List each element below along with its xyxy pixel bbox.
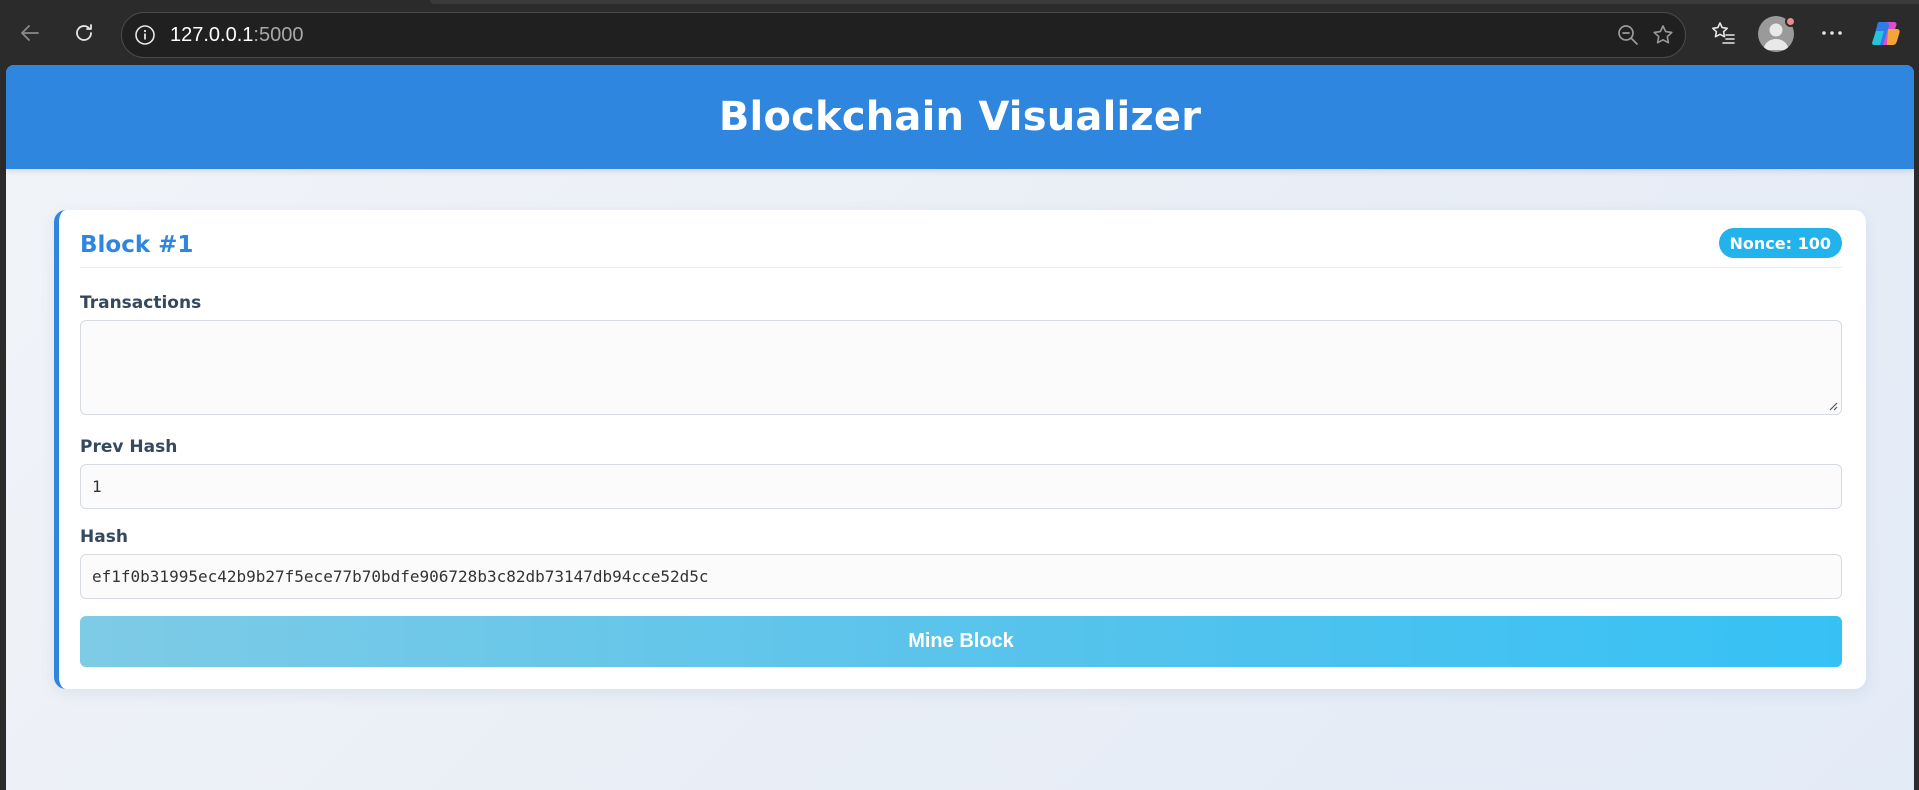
more-button[interactable] [1814, 15, 1850, 51]
url-text[interactable]: 127.0.0.1:5000 [170, 24, 303, 47]
browser-toolbar: 127.0.0.1:5000 [0, 0, 1919, 65]
zoom-button[interactable] [1610, 13, 1646, 57]
address-bar[interactable]: 127.0.0.1:5000 [121, 12, 1686, 58]
hash-label: Hash [80, 527, 128, 547]
page-viewport: Blockchain Visualizer Block #1 Nonce: 10… [6, 65, 1914, 790]
star-icon [1653, 25, 1673, 44]
favorites-button[interactable] [1705, 15, 1741, 51]
transactions-label: Transactions [80, 293, 202, 313]
more-icon [1822, 31, 1842, 35]
profile-notification-dot [1785, 16, 1796, 27]
page-title: Blockchain Visualizer [718, 94, 1202, 140]
favorite-button[interactable] [1645, 13, 1681, 57]
url-host: 127.0.0.1 [170, 23, 254, 46]
zoom-out-icon [1618, 25, 1638, 45]
nonce-badge: Nonce: 100 [1718, 228, 1842, 258]
block-card: Block #1 Nonce: 100 Transactions Prev Ha… [54, 210, 1866, 689]
copilot-icon [1872, 22, 1900, 45]
site-info-icon [135, 25, 155, 45]
prev-hash-value: 1 [92, 477, 102, 496]
transactions-textarea[interactable] [80, 320, 1842, 415]
hash-value: ef1f0b31995ec42b9b27f5ece77b70bdfe906728… [92, 567, 709, 586]
resize-handle-icon[interactable] [1828, 401, 1838, 411]
prev-hash-label: Prev Hash [80, 437, 178, 457]
back-button[interactable] [12, 15, 48, 51]
hash-input[interactable]: ef1f0b31995ec42b9b27f5ece77b70bdfe906728… [80, 554, 1842, 599]
prev-hash-input[interactable]: 1 [80, 464, 1842, 509]
back-icon [21, 25, 39, 41]
copilot-button[interactable] [1868, 15, 1904, 51]
tab-strip-edge [430, 0, 1919, 4]
reload-icon [76, 24, 92, 41]
site-info-button[interactable] [132, 22, 158, 48]
block-title: Block #1 [80, 232, 194, 258]
url-port: :5000 [253, 23, 304, 46]
reload-button[interactable] [66, 15, 102, 51]
mine-block-button[interactable]: Mine Block [80, 616, 1842, 667]
favorites-icon [1712, 22, 1735, 44]
page-header: Blockchain Visualizer [6, 65, 1914, 169]
block-card-header: Block #1 Nonce: 100 [80, 228, 1842, 268]
